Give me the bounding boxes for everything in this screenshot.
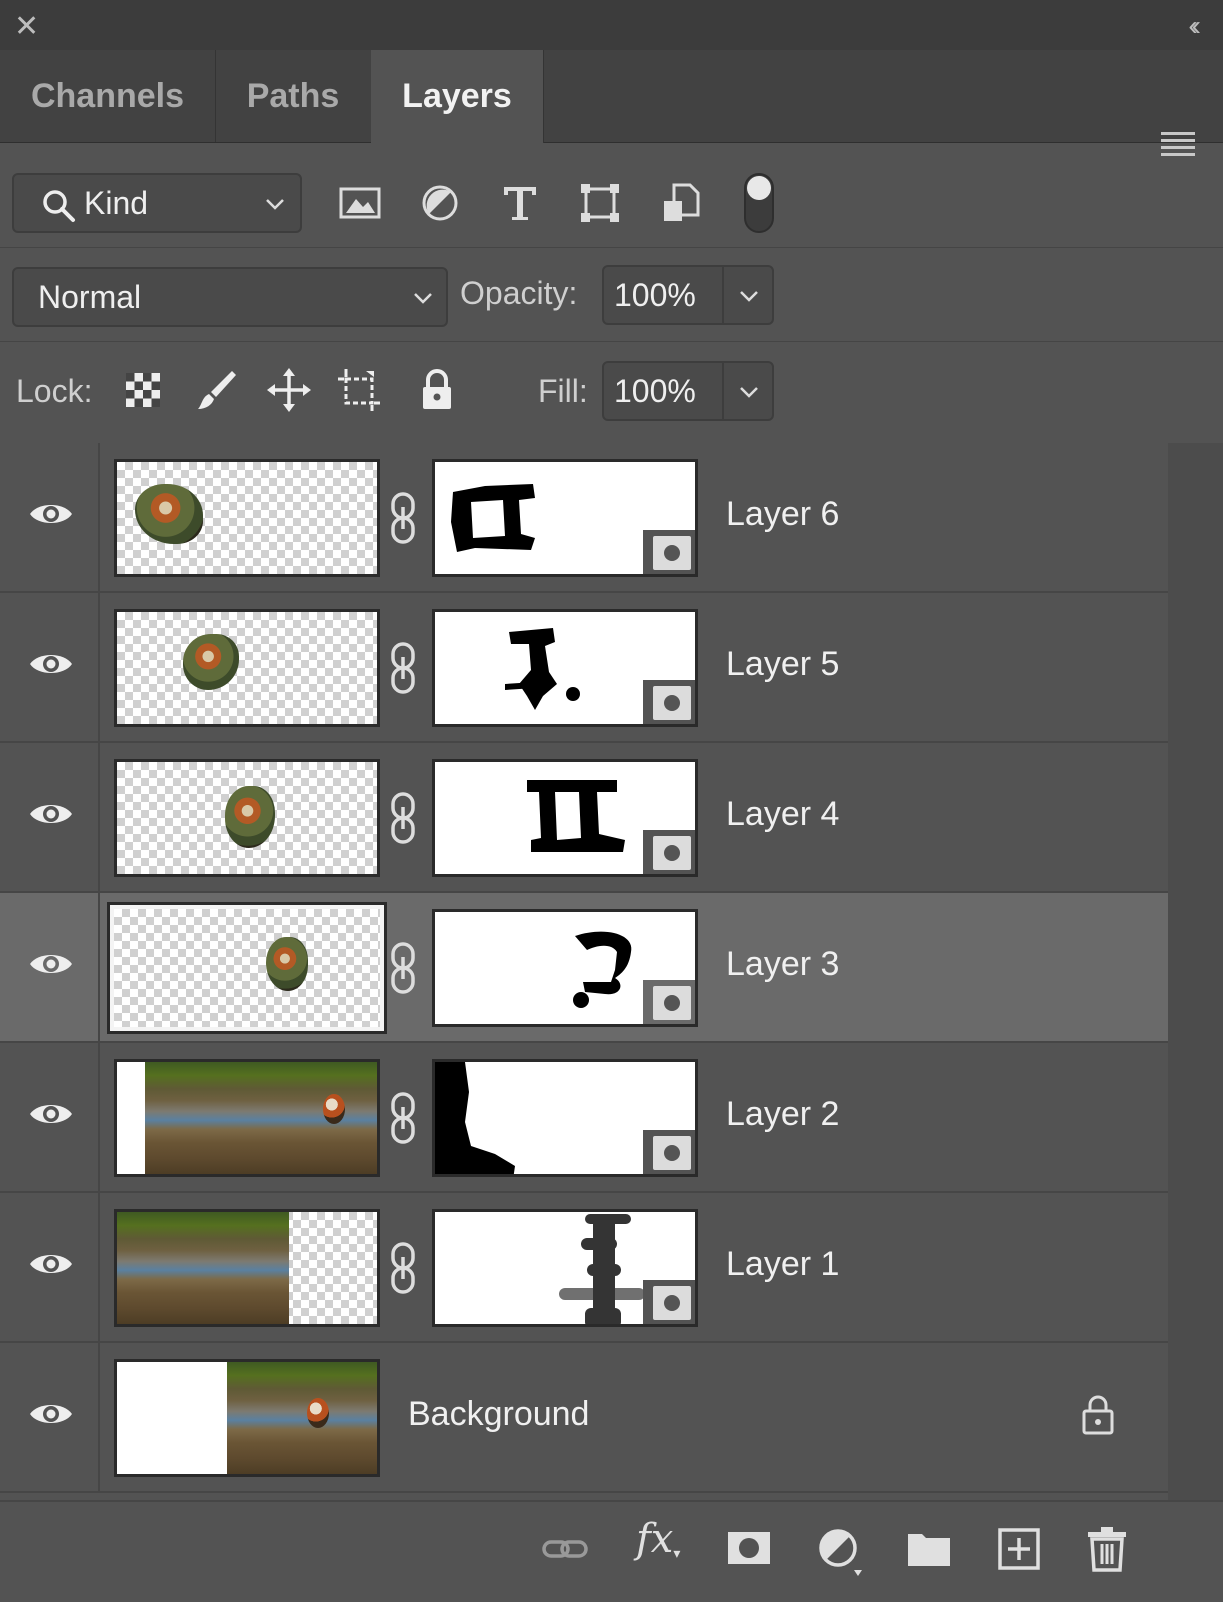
layer-name[interactable]: Layer 6 [726, 495, 839, 534]
chevron-down-icon [266, 199, 284, 210]
layer-name[interactable]: Layer 2 [726, 1095, 839, 1134]
blend-mode-value: Normal [38, 279, 142, 315]
chevron-down-icon[interactable] [738, 381, 760, 403]
layer-thumbnail[interactable] [114, 609, 380, 727]
panel-title-bar: ✕ ‹‹ [0, 0, 1223, 51]
opacity-label: Opacity: [460, 275, 578, 311]
eye-icon[interactable] [28, 649, 74, 679]
panel-bottom-bar: fx▾ [0, 1500, 1223, 1602]
lock-transparent-pixels-icon[interactable] [118, 365, 168, 415]
lock-position-icon[interactable] [264, 365, 314, 415]
chevron-down-icon [414, 293, 432, 304]
lock-row: Lock: Fill: 100% [0, 341, 1223, 445]
adjustment-layer-icon[interactable] [814, 1524, 870, 1580]
visibility-toggle[interactable] [0, 1343, 100, 1491]
layer-thumbnail[interactable] [114, 1059, 380, 1177]
tab-layers[interactable]: Layers [371, 50, 544, 143]
layer-style-fx-icon[interactable]: fx▾ [636, 1516, 680, 1562]
fill-value[interactable]: 100% [614, 373, 696, 410]
layer-mask-thumbnail[interactable] [432, 909, 698, 1027]
new-layer-icon[interactable] [994, 1524, 1044, 1574]
search-icon [43, 190, 75, 222]
layer-name[interactable]: Layer 1 [726, 1245, 839, 1284]
lock-artboard-icon[interactable] [334, 365, 384, 415]
layer-thumbnail[interactable] [114, 759, 380, 877]
type-layer-filter-icon[interactable] [494, 177, 546, 229]
eye-icon[interactable] [28, 799, 74, 829]
layer-mask-thumbnail[interactable] [432, 459, 698, 577]
visibility-toggle[interactable] [0, 593, 100, 741]
visibility-toggle[interactable] [0, 1193, 100, 1341]
visibility-toggle[interactable] [0, 1043, 100, 1191]
layer-thumbnail[interactable] [114, 459, 380, 577]
pixel-layer-filter-icon[interactable] [334, 177, 386, 229]
layer-row[interactable]: Layer 4 [0, 743, 1168, 893]
layer-name[interactable]: Layer 4 [726, 795, 839, 834]
opacity-field[interactable]: 100% [602, 265, 774, 325]
shape-layer-filter-icon[interactable] [574, 177, 626, 229]
filter-kind-dropdown[interactable]: Kind [12, 173, 302, 233]
adjustment-layer-filter-icon[interactable] [414, 177, 466, 229]
eye-icon[interactable] [28, 1399, 74, 1429]
fx-label: fx [636, 1516, 674, 1562]
mask-link-icon[interactable] [388, 1241, 418, 1295]
layer-thumbnail[interactable] [114, 1359, 380, 1477]
layer-row[interactable]: Layer 2 [0, 1043, 1168, 1193]
eye-icon[interactable] [28, 949, 74, 979]
filter-row: Kind [0, 143, 1223, 248]
chevron-down-icon[interactable] [738, 285, 760, 307]
layers-panel: ✕ ‹‹ Channels Paths Layers Kind Normal O… [0, 0, 1223, 1602]
layer-name[interactable]: Layer 5 [726, 645, 839, 684]
blend-mode-dropdown[interactable]: Normal [12, 267, 448, 327]
smart-object-filter-icon[interactable] [654, 177, 706, 229]
layer-row[interactable]: Layer 5 [0, 593, 1168, 743]
layer-row-selected[interactable]: Layer 3 [0, 893, 1168, 1043]
layer-thumbnail[interactable] [107, 902, 387, 1034]
fill-label: Fill: [538, 373, 588, 409]
layer-row-background[interactable]: Background [0, 1343, 1168, 1493]
lock-icon[interactable] [1080, 1393, 1116, 1437]
lock-label: Lock: [16, 373, 93, 409]
lock-all-icon[interactable] [412, 365, 462, 415]
mask-link-icon[interactable] [388, 941, 418, 995]
eye-icon[interactable] [28, 1249, 74, 1279]
layers-list: Layer 6 Layer 5 Layer 4 Layer 3 Layer 2 … [0, 443, 1168, 1500]
visibility-toggle[interactable] [0, 743, 100, 891]
layer-mask-thumbnail[interactable] [432, 1059, 698, 1177]
filter-kind-label: Kind [84, 185, 149, 221]
filter-toggle-icon[interactable] [744, 173, 774, 233]
layer-name[interactable]: Background [408, 1395, 589, 1434]
scrollbar-track[interactable] [1168, 443, 1223, 1500]
visibility-toggle[interactable] [0, 443, 100, 591]
tab-paths[interactable]: Paths [215, 50, 372, 142]
blend-row: Normal Opacity: 100% [0, 247, 1223, 342]
tab-channels[interactable]: Channels [0, 50, 216, 142]
layer-mask-thumbnail[interactable] [432, 759, 698, 877]
new-group-icon[interactable] [904, 1524, 954, 1574]
mask-link-icon[interactable] [388, 1091, 418, 1145]
link-layers-icon[interactable] [540, 1524, 590, 1574]
layer-thumbnail[interactable] [114, 1209, 380, 1327]
layer-row[interactable]: Layer 6 [0, 443, 1168, 593]
layer-mask-thumbnail[interactable] [432, 1209, 698, 1327]
add-mask-icon[interactable] [724, 1524, 774, 1574]
layer-row[interactable]: Layer 1 [0, 1193, 1168, 1343]
fill-field[interactable]: 100% [602, 361, 774, 421]
collapse-panel-icon[interactable]: ‹‹ [1188, 10, 1200, 42]
layer-mask-thumbnail[interactable] [432, 609, 698, 727]
close-panel-icon[interactable]: ✕ [14, 12, 39, 42]
eye-icon[interactable] [28, 499, 74, 529]
delete-layer-icon[interactable] [1082, 1524, 1132, 1574]
opacity-value[interactable]: 100% [614, 277, 696, 314]
mask-link-icon[interactable] [388, 791, 418, 845]
lock-image-pixels-icon[interactable] [192, 365, 242, 415]
visibility-toggle[interactable] [0, 893, 100, 1041]
mask-link-icon[interactable] [388, 641, 418, 695]
mask-link-icon[interactable] [388, 491, 418, 545]
eye-icon[interactable] [28, 1099, 74, 1129]
layer-name[interactable]: Layer 3 [726, 945, 839, 984]
panel-tab-bar: Channels Paths Layers [0, 50, 1223, 156]
